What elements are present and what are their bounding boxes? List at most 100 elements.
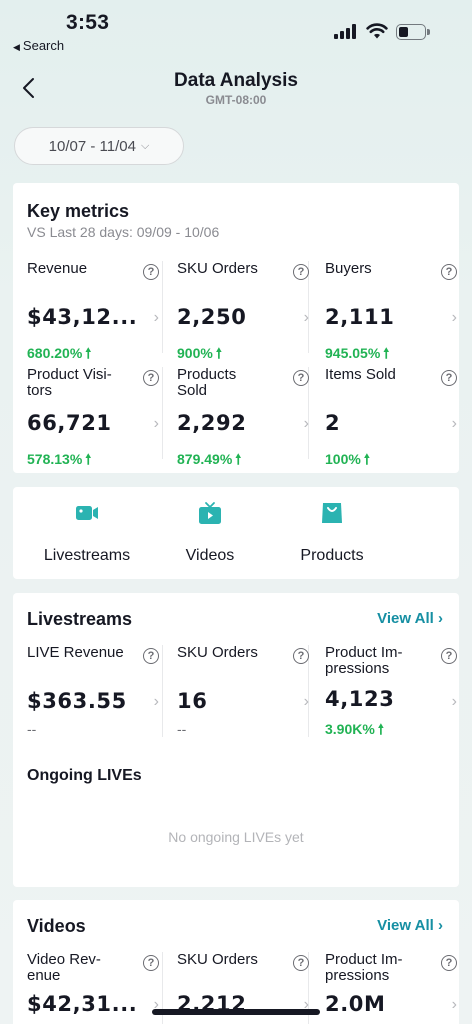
tab-livestreams[interactable]: Livestreams bbox=[32, 501, 142, 571]
timezone-label: GMT-08:00 bbox=[205, 93, 267, 107]
metric-value: 2,292 bbox=[177, 411, 247, 435]
livestreams-title: Livestreams bbox=[27, 609, 133, 629]
tab-videos[interactable]: Videos bbox=[155, 501, 265, 571]
metric-video-product-impressions[interactable]: Product Im- pressions ? 2.0M › bbox=[325, 952, 472, 1024]
metric-value: 2.0M bbox=[325, 992, 386, 1016]
metric-buyers[interactable]: Buyers ? 2,111 › 945.05% 🠕 bbox=[325, 261, 472, 365]
metric-label: SKU Orders bbox=[177, 644, 258, 661]
chevron-right-icon: › bbox=[153, 693, 159, 710]
metric-delta: 900% 🠕 bbox=[177, 345, 222, 361]
tv-play-icon bbox=[199, 502, 221, 524]
metric-label: Buyers bbox=[325, 260, 372, 277]
key-metrics-card: Key metrics VS Last 28 days: 09/09 - 10/… bbox=[13, 183, 459, 473]
metric-value: 66,721 bbox=[27, 411, 112, 435]
livestreams-card: Livestreams View All › LIVE Revenue ? $3… bbox=[13, 593, 459, 887]
metric-value: 16 bbox=[177, 689, 208, 713]
metric-delta: 680.20% 🠕 bbox=[27, 345, 92, 361]
metric-label: Items Sold bbox=[325, 366, 396, 383]
help-icon[interactable]: ? bbox=[293, 370, 309, 386]
ongoing-lives-empty-state: No ongoing LIVEs yet bbox=[168, 829, 304, 845]
key-metrics-title: Key metrics bbox=[27, 201, 130, 221]
arrow-up-icon: 🠕 bbox=[377, 721, 384, 737]
arrow-up-icon: 🠕 bbox=[215, 345, 222, 361]
help-icon[interactable]: ? bbox=[441, 370, 457, 386]
wifi-icon bbox=[366, 23, 388, 39]
metric-products-sold[interactable]: Products Sold ? 2,292 › 879.49% 🠕 bbox=[177, 367, 325, 471]
home-indicator[interactable] bbox=[152, 1009, 320, 1015]
arrow-up-icon: 🠕 bbox=[235, 451, 242, 467]
battery-icon bbox=[396, 24, 430, 40]
arrow-up-icon: 🠕 bbox=[383, 345, 390, 361]
metric-label: LIVE Revenue bbox=[27, 644, 124, 661]
help-icon[interactable]: ? bbox=[293, 264, 309, 280]
date-range-selector[interactable]: 10/07 - 11/04 ⌵ bbox=[14, 127, 184, 165]
metric-value: 4,123 bbox=[325, 687, 395, 711]
video-camera-icon bbox=[76, 506, 98, 520]
tab-products[interactable]: Products bbox=[277, 501, 387, 571]
back-triangle-icon: ◀ bbox=[13, 42, 20, 52]
chevron-right-icon: › bbox=[153, 415, 159, 432]
videos-card: Videos View All › Video Rev- enue ? $42,… bbox=[13, 900, 459, 1024]
ongoing-lives-title: Ongoing LIVEs bbox=[27, 767, 142, 784]
metric-delta: 3.90K% 🠕 bbox=[325, 721, 384, 737]
metric-live-sku-orders[interactable]: SKU Orders ? 16 › -- bbox=[177, 645, 325, 749]
tab-label: Products bbox=[300, 547, 364, 564]
metric-delta: 578.13% 🠕 bbox=[27, 451, 92, 467]
back-app-label: Search bbox=[22, 38, 65, 53]
help-icon[interactable]: ? bbox=[441, 648, 457, 664]
arrow-up-icon: 🠕 bbox=[85, 345, 92, 361]
metric-label: Products Sold bbox=[177, 366, 237, 399]
metric-label: Product Im- pressions bbox=[325, 951, 403, 984]
chevron-right-icon: › bbox=[153, 309, 159, 326]
help-icon[interactable]: ? bbox=[441, 264, 457, 280]
help-icon[interactable]: ? bbox=[293, 955, 309, 971]
metric-value: 2,250 bbox=[177, 305, 247, 329]
section-tabs-card: Livestreams Videos Products bbox=[13, 487, 459, 579]
help-icon[interactable]: ? bbox=[143, 955, 159, 971]
chevron-right-icon: › bbox=[451, 996, 457, 1013]
chevron-right-icon: › bbox=[438, 610, 443, 627]
metric-live-revenue[interactable]: LIVE Revenue ? $363.55 › -- bbox=[27, 645, 175, 749]
comparison-period: VS Last 28 days: 09/09 - 10/06 bbox=[27, 224, 220, 240]
chevron-right-icon: › bbox=[303, 309, 309, 326]
cellular-signal-icon bbox=[334, 24, 358, 39]
help-icon[interactable]: ? bbox=[143, 648, 159, 664]
metric-delta: -- bbox=[177, 721, 187, 737]
metric-sku-orders[interactable]: SKU Orders ? 2,250 › 900% 🠕 bbox=[177, 261, 325, 365]
metric-label: Product Im- pressions bbox=[325, 644, 403, 677]
metric-delta: 945.05% 🠕 bbox=[325, 345, 390, 361]
videos-title: Videos bbox=[27, 916, 86, 936]
tab-label: Livestreams bbox=[43, 547, 131, 564]
metric-value: 2,111 bbox=[325, 305, 395, 329]
back-to-app-link[interactable]: ◀ Search bbox=[13, 38, 64, 53]
metric-value: $42,31... bbox=[27, 992, 138, 1016]
help-icon[interactable]: ? bbox=[441, 955, 457, 971]
page-title: Data Analysis bbox=[174, 70, 298, 91]
chevron-right-icon: › bbox=[303, 415, 309, 432]
chevron-right-icon: › bbox=[451, 693, 457, 710]
metric-revenue[interactable]: Revenue ? $43,12... › 680.20% 🠕 bbox=[27, 261, 175, 365]
date-range-label: 10/07 - 11/04 bbox=[48, 137, 136, 155]
help-icon[interactable]: ? bbox=[143, 264, 159, 280]
shopping-bag-icon bbox=[322, 503, 342, 523]
metric-label: Revenue bbox=[27, 260, 88, 277]
status-bar: 3:53 ◀ Search bbox=[0, 0, 472, 58]
metric-product-visitors[interactable]: Product Visi- tors ? 66,721 › 578.13% 🠕 bbox=[27, 367, 175, 471]
chevron-down-icon: ⌵ bbox=[140, 139, 150, 152]
arrow-up-icon: 🠕 bbox=[85, 451, 92, 467]
metric-label: SKU Orders bbox=[177, 951, 258, 968]
chevron-right-icon: › bbox=[303, 693, 309, 710]
livestreams-view-all-link[interactable]: View All › bbox=[377, 610, 443, 627]
metric-label: Product Visi- tors bbox=[27, 366, 112, 399]
help-icon[interactable]: ? bbox=[143, 370, 159, 386]
tab-label: Videos bbox=[185, 547, 235, 564]
help-icon[interactable]: ? bbox=[293, 648, 309, 664]
metric-value: $363.55 bbox=[27, 689, 127, 713]
metric-value: $43,12... bbox=[27, 305, 138, 329]
videos-view-all-link[interactable]: View All › bbox=[377, 917, 443, 934]
metric-items-sold[interactable]: Items Sold ? 2 › 100% 🠕 bbox=[325, 367, 472, 471]
metric-delta: -- bbox=[27, 721, 37, 737]
metric-value: 2 bbox=[325, 411, 341, 435]
chevron-right-icon: › bbox=[451, 309, 457, 326]
metric-live-product-impressions[interactable]: Product Im- pressions ? 4,123 › 3.90K% 🠕 bbox=[325, 645, 472, 749]
